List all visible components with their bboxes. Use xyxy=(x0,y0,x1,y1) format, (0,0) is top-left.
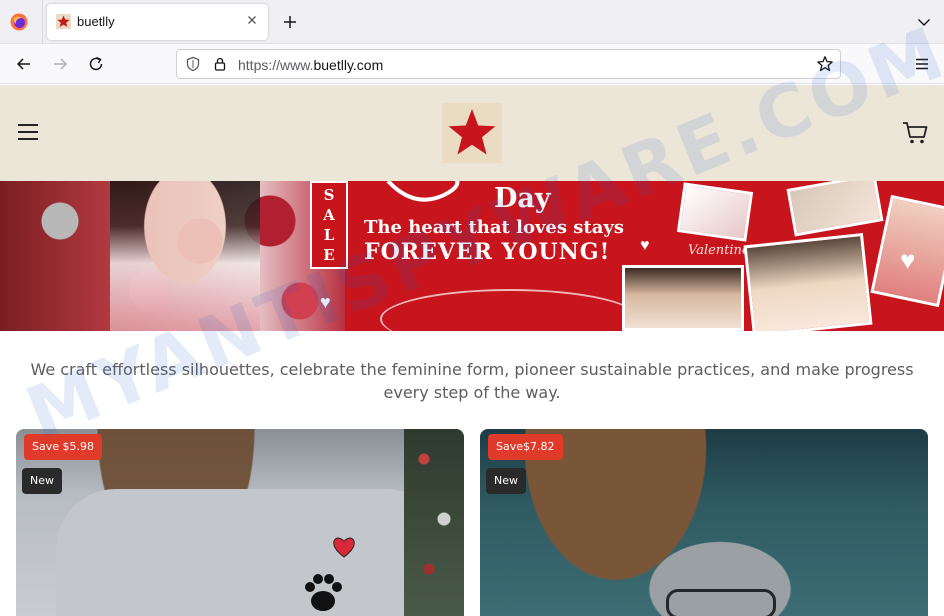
url-text[interactable]: https://www.buetlly.com xyxy=(238,57,383,73)
banner-photo xyxy=(676,182,754,242)
product-image-tree xyxy=(404,429,464,616)
site-logo[interactable] xyxy=(442,103,502,163)
site-header xyxy=(0,85,944,181)
product-card[interactable]: Save $5.98 New xyxy=(16,429,464,616)
heart-icon: ♥ xyxy=(640,237,650,254)
sale-letter: S xyxy=(323,186,335,204)
new-badge: New xyxy=(22,468,62,494)
cart-icon[interactable] xyxy=(902,121,928,145)
heart-icon: ♥ xyxy=(320,292,331,312)
bookmark-star-icon[interactable] xyxy=(816,55,834,73)
reload-icon[interactable] xyxy=(86,54,106,74)
banner-day-text: Day xyxy=(494,183,551,214)
heart-icon: ♥ xyxy=(900,245,916,275)
sale-label-box: SALE xyxy=(310,181,348,269)
star-favicon-icon xyxy=(56,14,71,29)
firefox-icon[interactable] xyxy=(9,12,29,32)
sale-letters: SALE xyxy=(312,185,346,265)
shield-icon[interactable] xyxy=(185,56,201,72)
save-badge: Save$7.82 xyxy=(488,434,563,460)
tab-separator xyxy=(42,0,43,44)
forward-icon[interactable] xyxy=(50,54,70,74)
nav-bar: https://www.buetlly.com xyxy=(0,44,944,84)
hero-banner[interactable]: SALE Day The heart that loves stays FORE… xyxy=(0,181,944,331)
brand-tagline: We craft effortless silhouettes, celebra… xyxy=(30,360,914,402)
banner-heart-outline xyxy=(386,181,460,202)
banner-headline-line2: FOREVER YOUNG! xyxy=(364,239,611,265)
chevron-down-icon[interactable] xyxy=(916,14,932,30)
app-menu-icon[interactable] xyxy=(914,56,930,72)
banner-photo xyxy=(786,181,884,237)
product-image-sweater xyxy=(56,489,446,616)
paw-print-icon xyxy=(305,574,342,611)
heart-print-icon xyxy=(333,537,355,558)
new-badge: New xyxy=(486,468,526,494)
sale-letter: L xyxy=(323,226,335,244)
banner-headline-line1: The heart that loves stays xyxy=(364,217,624,238)
sale-text: SALE xyxy=(312,185,346,265)
lock-icon[interactable] xyxy=(212,56,228,72)
tab-title: buetlly xyxy=(77,14,115,29)
back-icon[interactable] xyxy=(14,54,34,74)
menu-icon[interactable] xyxy=(17,123,39,141)
url-bar[interactable]: https://www.buetlly.com xyxy=(176,49,841,79)
new-tab-icon[interactable] xyxy=(280,12,300,32)
tab-strip: buetlly xyxy=(0,0,944,44)
banner-photo xyxy=(622,265,744,331)
banner-decor-curve xyxy=(380,289,640,331)
sale-letter: E xyxy=(323,246,335,264)
url-domain: buetlly.com xyxy=(313,57,384,73)
product-card[interactable]: Save$7.82 New xyxy=(480,429,928,616)
product-image-glasses xyxy=(666,589,776,616)
save-badge: Save $5.98 xyxy=(24,434,102,460)
banner-model-image xyxy=(110,181,260,331)
tab-buetlly[interactable]: buetlly xyxy=(47,4,268,40)
url-scheme: https://www. xyxy=(238,57,314,73)
star-icon xyxy=(448,109,496,155)
sale-letter: A xyxy=(323,206,335,224)
close-tab-icon[interactable] xyxy=(244,12,260,28)
banner-photo xyxy=(743,232,873,331)
